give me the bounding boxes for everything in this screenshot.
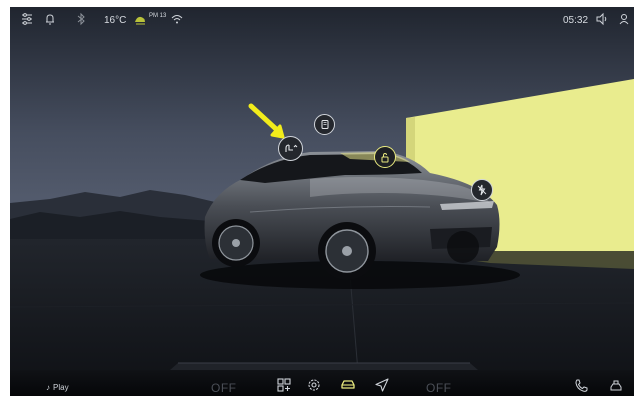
rear-window-icon	[321, 120, 328, 129]
left-status-off[interactable]: OFF	[211, 381, 237, 395]
vehicle-icon[interactable]	[340, 377, 356, 393]
apps-grid-icon[interactable]	[276, 377, 292, 393]
settings-gear-icon[interactable]	[306, 377, 322, 393]
vehicle-scene	[10, 7, 634, 396]
navigation-icon[interactable]	[374, 377, 390, 393]
rear-window-button[interactable]	[314, 114, 335, 135]
right-status-off[interactable]: OFF	[426, 381, 452, 395]
charging-port-icon	[477, 184, 487, 196]
clock: 05:32	[563, 15, 589, 26]
bluetooth-icon[interactable]	[74, 12, 88, 26]
lock-icon	[381, 152, 389, 162]
user-icon[interactable]	[617, 12, 631, 26]
car-seat-icon[interactable]	[608, 378, 624, 394]
bell-icon[interactable]	[43, 12, 57, 26]
seat-adjust-icon	[285, 144, 298, 152]
phone-icon[interactable]	[573, 378, 589, 394]
settings-sliders-icon[interactable]	[20, 12, 34, 26]
media-play-control[interactable]: ♪ Play	[46, 383, 69, 392]
music-note-icon: ♪	[46, 383, 50, 392]
wifi-icon[interactable]	[170, 12, 184, 26]
lock-button[interactable]	[374, 146, 396, 168]
media-label: Play	[53, 383, 69, 392]
volume-icon[interactable]	[595, 12, 609, 26]
seat-adjust-button[interactable]	[278, 136, 303, 161]
car-infotainment-screen: 16°C PM 13 05:32 ♪ Play OFF OFF	[10, 7, 634, 396]
aqi-readout: PM 13	[149, 13, 167, 19]
charging-port-button[interactable]	[471, 179, 493, 201]
temperature-readout: 16°C	[104, 15, 127, 26]
air-quality-icon	[135, 16, 145, 25]
